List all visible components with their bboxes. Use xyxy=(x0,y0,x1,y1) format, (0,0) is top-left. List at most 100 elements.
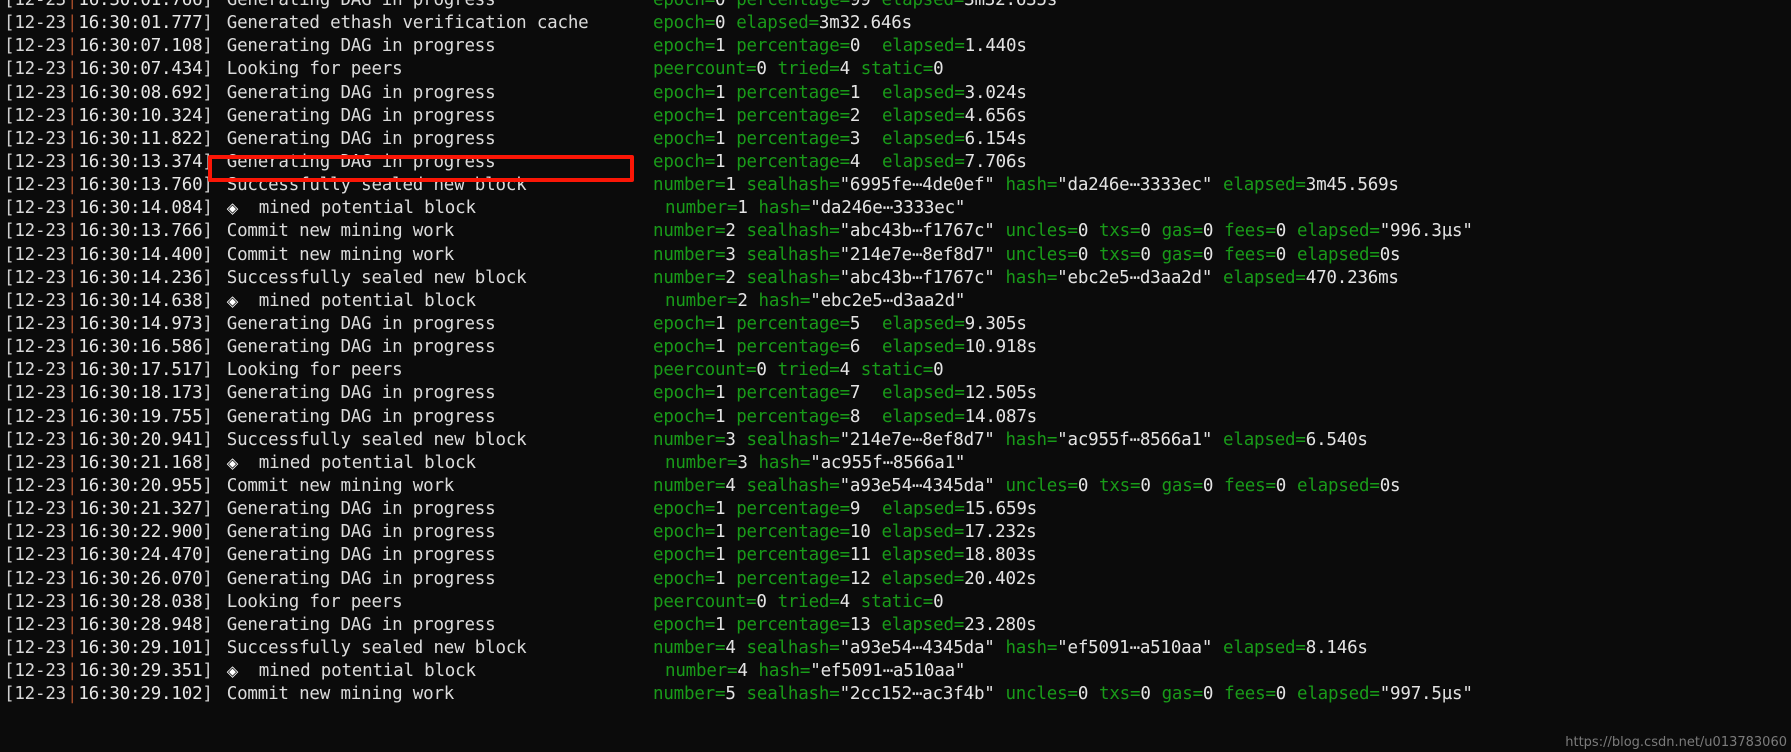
log-field-key: elapsed xyxy=(1296,475,1370,496)
log-field-equals: = xyxy=(727,452,738,473)
log-field-equals: = xyxy=(954,128,965,149)
log-field-equals: = xyxy=(704,36,716,57)
log-field-key: number xyxy=(653,637,716,658)
log-line: [12-23|16:30:29.102] Commit new mining wo… xyxy=(0,683,1791,706)
log-line-fields: epoch=1 percentage=11 elapsed=18.803s xyxy=(653,544,1037,567)
log-field-key: number xyxy=(653,267,716,288)
log-field-value: 1 xyxy=(715,105,726,126)
log-line-fields: epoch=1 percentage=10 elapsed=17.232s xyxy=(653,521,1037,544)
log-bracket-close: ] xyxy=(202,383,213,404)
log-field-key: hash xyxy=(1005,637,1047,658)
log-field-equals: = xyxy=(1369,684,1380,705)
log-field-equals: = xyxy=(954,36,965,57)
log-field-equals: = xyxy=(953,522,965,543)
log-field-value: 1.440s xyxy=(964,36,1027,57)
log-field-key: sealhash xyxy=(746,175,830,196)
log-field-value: 2 xyxy=(725,221,736,242)
log-field-value: "996.3µs" xyxy=(1379,221,1473,242)
log-date: 12-23 xyxy=(14,0,67,10)
log-line-fields: number=1 sealhash="6995fe⋯4de0ef" hash="da… xyxy=(653,174,1399,197)
log-date: 12-23 xyxy=(14,175,67,196)
log-separator: | xyxy=(67,383,78,404)
log-field-key: percentage xyxy=(736,545,840,566)
log-bracket-open: [ xyxy=(4,0,15,10)
log-field-value: 0 xyxy=(1202,475,1214,496)
log-field-key: epoch xyxy=(653,545,705,566)
log-time: 16:30:21.168 xyxy=(78,452,203,473)
log-bracket-close: ] xyxy=(202,614,213,635)
log-line-fields: epoch=1 percentage=2 elapsed=4.656s xyxy=(653,105,1027,128)
log-date: 12-23 xyxy=(14,337,67,358)
log-field-key: number xyxy=(653,475,716,496)
log-field-equals: = xyxy=(829,429,840,450)
log-field-key: gas xyxy=(1161,684,1193,705)
log-field-value: 0 xyxy=(933,360,944,381)
log-bracket-close: ] xyxy=(202,244,213,265)
log-bracket-close: ] xyxy=(202,267,213,288)
log-line-left: [12-23|16:30:13.760] Successfully sealed … xyxy=(4,174,527,197)
log-field-equals: = xyxy=(1192,475,1204,496)
log-field-key: number xyxy=(653,175,716,196)
log-separator: | xyxy=(67,244,78,265)
log-field-value: "ef5091⋯a510aa" xyxy=(1057,637,1213,658)
log-field-value: 0 xyxy=(756,59,767,80)
log-field-equals: = xyxy=(704,0,716,10)
log-line-fields: number=1 hash="da246e⋯3333ec" xyxy=(665,197,965,220)
log-line-fields: number=3 sealhash="214e7e⋯8ef8d7" hash="ac… xyxy=(653,429,1368,452)
log-field-value: 4 xyxy=(737,661,748,682)
log-date: 12-23 xyxy=(14,406,67,427)
log-message: Generating DAG in progress xyxy=(226,499,496,520)
log-separator: | xyxy=(67,360,78,381)
log-bracket-close: ] xyxy=(202,499,213,520)
log-bracket-close: ] xyxy=(202,452,213,473)
log-line-left: [12-23|16:30:18.173] Generating DAG in pr… xyxy=(4,382,496,405)
log-date: 12-23 xyxy=(14,522,67,543)
log-field-key: elapsed xyxy=(881,313,955,334)
log-line-fields: epoch=1 percentage=9 elapsed=15.659s xyxy=(653,498,1037,521)
log-line: [12-23|16:30:13.374] Generating DAG in pr… xyxy=(0,151,1791,174)
log-time: 16:30:13.760 xyxy=(78,175,203,196)
log-date: 12-23 xyxy=(14,452,67,473)
log-date: 12-23 xyxy=(14,360,67,381)
log-message: Generating DAG in progress xyxy=(226,522,496,543)
log-field-key: epoch xyxy=(653,82,705,103)
log-field-value: "997.5µs" xyxy=(1379,684,1473,705)
log-bracket-close: ] xyxy=(202,221,213,242)
log-separator: | xyxy=(67,105,78,126)
log-line-fields: epoch=1 percentage=13 elapsed=23.280s xyxy=(653,614,1037,637)
log-field-equals: = xyxy=(839,0,851,10)
log-message: Commit new mining work xyxy=(226,244,455,265)
log-separator: | xyxy=(67,290,78,311)
log-message: Generating DAG in progress xyxy=(226,128,496,149)
log-field-value: 1 xyxy=(715,36,726,57)
log-field-value: 0s xyxy=(1379,475,1401,496)
log-line-left: [12-23|16:30:07.434] Looking for peers xyxy=(4,58,403,81)
log-field-key: peercount xyxy=(653,360,747,381)
log-field-value: 1 xyxy=(715,337,726,358)
log-bracket-close: ] xyxy=(202,151,213,172)
log-field-key: percentage xyxy=(736,614,840,635)
terminal-console[interactable]: [12-23|16:30:01.766] Generating DAG in pr… xyxy=(0,0,1791,752)
log-field-key: number xyxy=(665,661,728,682)
log-field-equals: = xyxy=(829,475,840,496)
log-field-key: hash xyxy=(1005,267,1047,288)
log-line-fields: number=4 sealhash="a93e54⋯4345da" uncles=0… xyxy=(653,475,1401,498)
log-bracket-open: [ xyxy=(4,198,15,219)
log-date: 12-23 xyxy=(14,591,67,612)
log-message: Successfully sealed new block xyxy=(226,637,527,658)
log-field-equals: = xyxy=(704,128,716,149)
log-field-equals: = xyxy=(1130,244,1141,265)
log-time: 16:30:07.108 xyxy=(78,36,203,57)
log-field-equals: = xyxy=(715,429,726,450)
log-line-fields: epoch=1 percentage=8 elapsed=14.087s xyxy=(653,406,1037,429)
log-line-left: [12-23|16:30:29.102] Commit new mining wo… xyxy=(4,683,454,706)
log-bracket-close: ] xyxy=(202,0,213,10)
log-field-key: hash xyxy=(758,198,801,219)
log-line-left: [12-23|16:30:14.400] Commit new mining wo… xyxy=(4,244,454,267)
log-field-value: 0 xyxy=(1275,244,1287,265)
log-separator: | xyxy=(67,591,78,612)
log-time: 16:30:10.324 xyxy=(78,105,203,126)
log-message: Generating DAG in progress xyxy=(226,568,496,589)
log-separator: | xyxy=(67,221,78,242)
log-field-key: uncles xyxy=(1005,475,1068,496)
